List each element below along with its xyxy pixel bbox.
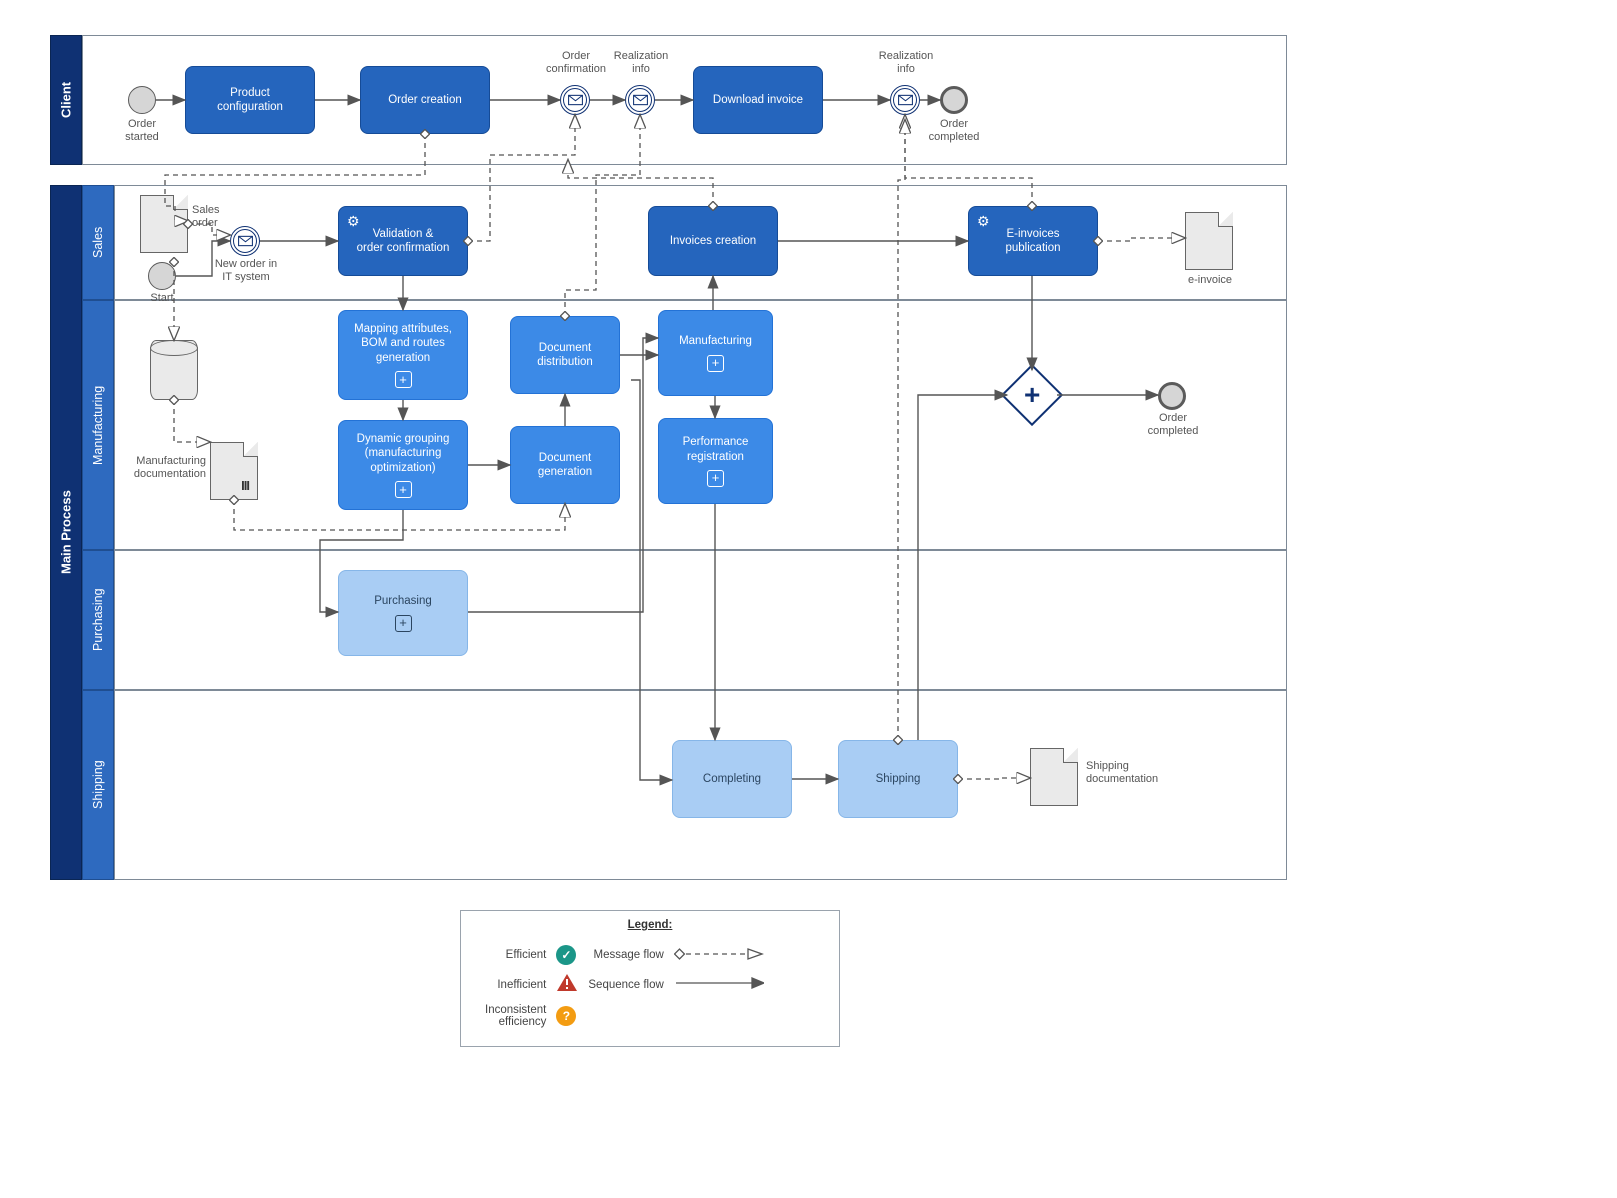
lane-shipping-header: Shipping	[82, 690, 114, 880]
expand-icon: +	[707, 470, 724, 487]
expand-icon: +	[395, 481, 412, 498]
legend-title: Legend:	[475, 919, 825, 931]
datastore-manuf-db	[150, 340, 198, 400]
lane-sales-header: Sales	[82, 185, 114, 300]
legend-sequence-flow-label: Sequence flow	[588, 973, 663, 996]
end-event-main	[1158, 382, 1186, 410]
task-performance-registration: Performance registration+	[658, 418, 773, 504]
doc-shipping	[1030, 748, 1078, 806]
task-manufacturing: Manufacturing+	[658, 310, 773, 396]
task-document-generation: Document generation	[510, 426, 620, 504]
lane-manufacturing-header: Manufacturing	[82, 300, 114, 550]
label-shipping-doc: Shipping documentation	[1086, 760, 1180, 786]
label-sales-order: Sales order	[192, 204, 232, 230]
doc-einvoice	[1185, 212, 1233, 270]
event-order-confirmation	[560, 85, 590, 115]
pool-main-header: Main Process	[50, 185, 82, 880]
task-validation-confirmation: ⚙ Validation & order confirmation	[338, 206, 468, 276]
bpmn-diagram: Client Main Process Sales Manufacturing …	[0, 0, 1617, 1198]
start-event-sales	[148, 262, 176, 290]
label-order-started: Order started	[115, 118, 169, 144]
label-main-order-completed: Order completed	[1140, 412, 1206, 438]
task-shipping: Shipping	[838, 740, 958, 818]
event-new-order	[230, 226, 260, 256]
label-client-order-completed: Order completed	[923, 118, 985, 144]
legend: Legend: Efficient ✓ Message flow Ineffic…	[460, 910, 840, 1047]
label-order-confirmation: Order confirmation	[540, 50, 612, 76]
question-icon: ?	[556, 1006, 576, 1026]
label-new-order: New order in IT system	[192, 258, 300, 284]
legend-efficient-label: Efficient	[485, 945, 546, 965]
task-completing: Completing	[672, 740, 792, 818]
legend-message-flow-label: Message flow	[588, 945, 663, 965]
label-realization-info-2: Realization info	[873, 50, 939, 76]
pool-client-header: Client	[50, 35, 82, 165]
event-realization-info	[625, 85, 655, 115]
label-einvoice: e-invoice	[1180, 274, 1240, 287]
expand-icon: +	[395, 615, 412, 632]
legend-inefficient-label: Inefficient	[485, 973, 546, 996]
start-event-order-started	[128, 86, 156, 114]
lane-purchasing-header: Purchasing	[82, 550, 114, 690]
lane-purchasing	[114, 550, 1287, 690]
doc-sales-order	[140, 195, 188, 253]
multi-instance-icon: III	[241, 478, 249, 493]
gear-icon: ⚙	[347, 213, 360, 231]
check-icon: ✓	[556, 945, 576, 965]
task-download-invoice: Download invoice	[693, 66, 823, 134]
label-manuf-doc: Manufacturing documentation	[118, 455, 206, 481]
task-einvoices-publication: ⚙ E-invoices publication	[968, 206, 1098, 276]
expand-icon: +	[395, 371, 412, 388]
event-realization-info-2	[890, 85, 920, 115]
task-document-distribution: Document distribution	[510, 316, 620, 394]
task-mapping-attributes: Mapping attributes, BOM and routes gener…	[338, 310, 468, 400]
gear-icon: ⚙	[977, 213, 990, 231]
task-invoices-creation: Invoices creation	[648, 206, 778, 276]
warning-icon	[556, 973, 578, 993]
task-purchasing: Purchasing+	[338, 570, 468, 656]
task-product-configuration: Product configuration	[185, 66, 315, 134]
end-event-client	[940, 86, 968, 114]
label-start-sales: Start	[143, 292, 181, 305]
task-order-creation: Order creation	[360, 66, 490, 134]
label-realization-info: Realization info	[608, 50, 674, 76]
expand-icon: +	[707, 355, 724, 372]
legend-inconsistent-label: Inconsistent efficiency	[485, 1004, 546, 1028]
task-dynamic-grouping: Dynamic grouping (manufacturing optimiza…	[338, 420, 468, 510]
doc-manuf-doc: III	[210, 442, 258, 500]
